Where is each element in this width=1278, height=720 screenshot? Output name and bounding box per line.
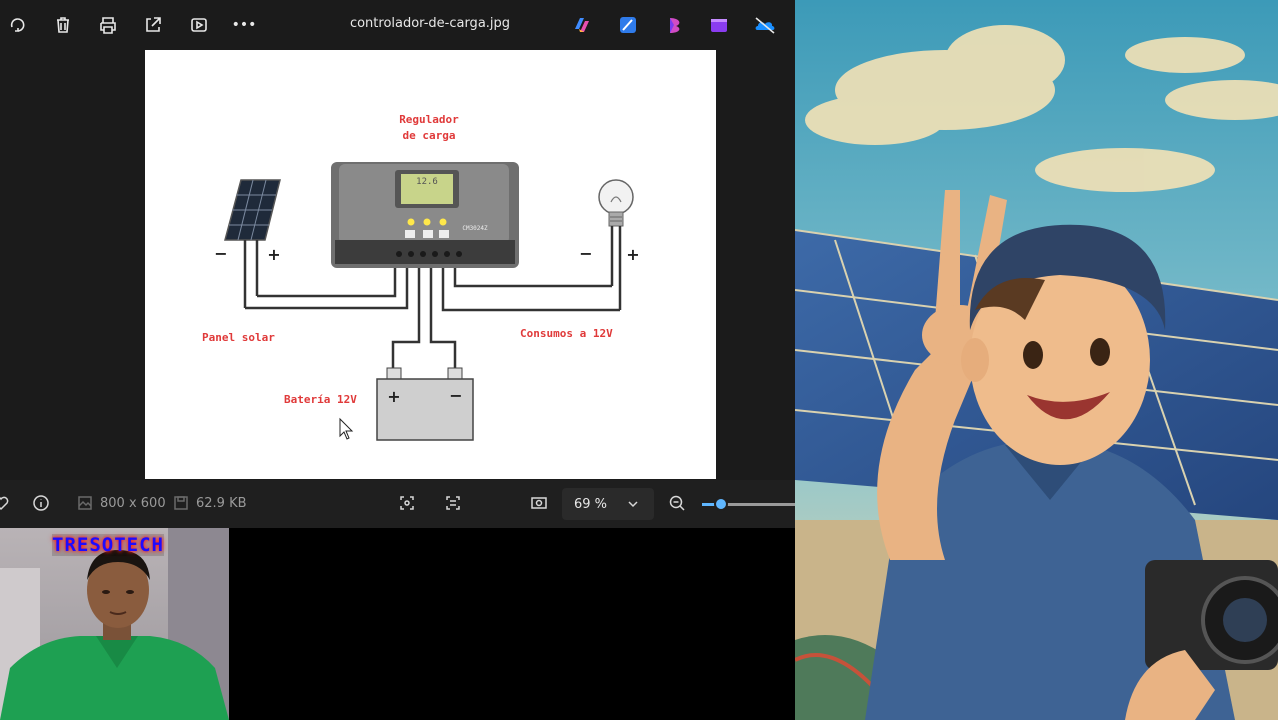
zoom-slider[interactable] <box>702 497 795 511</box>
viewer-toolbar: ••• controlador-de-carga.jpg <box>0 0 795 50</box>
anime-illustration <box>795 0 1278 720</box>
diagram-image: Regulador de carga 12.6 CM3024Z − + − + … <box>145 50 716 479</box>
battery-minus-sign: − <box>449 386 462 405</box>
regulator-label-line2: de carga <box>403 129 456 142</box>
image-size-icon <box>78 496 92 510</box>
illustration-artwork <box>795 0 1278 720</box>
file-name: controlador-de-carga.jpg <box>349 16 511 31</box>
photo-viewer-window: ••• controlador-de-carga.jpg Regulador d… <box>0 0 795 528</box>
chevron-down-icon <box>628 501 638 508</box>
edit-icon <box>10 18 25 32</box>
designer-app-icon[interactable] <box>617 14 639 36</box>
image-canvas[interactable]: Regulador de carga 12.6 CM3024Z − + − + … <box>0 50 795 480</box>
more-button[interactable]: ••• <box>231 12 257 38</box>
zoom-slider-thumb[interactable] <box>714 497 728 511</box>
slideshow-button[interactable] <box>186 12 212 38</box>
onedrive-app-icon[interactable] <box>754 14 776 36</box>
edit-button[interactable] <box>5 12 31 38</box>
printer-icon <box>100 17 116 34</box>
clipchamp-app-icon[interactable] <box>664 14 686 36</box>
share-button[interactable] <box>140 12 166 38</box>
load-plus-sign: + <box>626 245 639 264</box>
play-box-icon <box>191 18 207 32</box>
load-minus-sign: − <box>579 244 592 263</box>
actual-size-icon <box>446 496 460 510</box>
mouse-cursor-icon <box>339 417 354 440</box>
fit-screen-icon <box>400 496 414 510</box>
share-icon <box>146 17 161 32</box>
video-editor-app-icon[interactable] <box>708 14 730 36</box>
zoom-level-dropdown[interactable]: 69 % <box>562 488 654 520</box>
solar-panel <box>224 179 281 308</box>
delete-button[interactable] <box>50 12 76 38</box>
wiring <box>245 268 620 372</box>
print-button[interactable] <box>95 12 121 38</box>
regulator-label-line1: Regulador <box>399 113 459 126</box>
lcd-value: 12.6 <box>416 177 438 187</box>
save-disk-icon <box>174 496 188 510</box>
panel-minus-sign: − <box>214 244 227 263</box>
zoom-to-fit-button[interactable] <box>530 494 548 512</box>
viewer-statusbar: 800 x 600 62.9 KB 69 % <box>0 480 795 528</box>
heart-icon <box>0 496 9 511</box>
panel-plus-sign: + <box>267 245 280 264</box>
info-button[interactable] <box>32 494 50 512</box>
heart-button[interactable] <box>0 494 10 512</box>
zoom-level-text: 69 % <box>574 496 608 512</box>
battery-plus-sign: + <box>387 387 400 406</box>
loads-label: Consumos a 12V <box>520 327 613 340</box>
neon-sign: TRESOTECH <box>52 534 164 556</box>
empty-black-area <box>229 528 795 720</box>
zoom-out-icon <box>669 495 685 511</box>
webcam-overlay: TRESOTECH <box>0 528 229 720</box>
trash-icon <box>57 17 69 33</box>
info-icon <box>33 495 49 511</box>
dimensions-text: 800 x 600 <box>100 495 166 511</box>
file-size: 62.9 KB <box>172 494 247 512</box>
zoom-fit-icon <box>531 497 547 509</box>
fit-to-window-button[interactable] <box>398 494 416 512</box>
panel-solar-label: Panel solar <box>202 331 275 344</box>
battery-label: Batería 12V <box>284 393 357 406</box>
charge-regulator-device: 12.6 CM3024Z <box>331 162 519 268</box>
zoom-out-button[interactable] <box>668 494 686 512</box>
presenter-video <box>0 528 229 720</box>
charge-controller-diagram: Regulador de carga 12.6 CM3024Z − + − + … <box>202 113 640 441</box>
regulator-model: CM3024Z <box>462 225 488 232</box>
actual-size-button[interactable] <box>444 494 462 512</box>
image-dimensions: 800 x 600 <box>76 494 166 512</box>
more-icon: ••• <box>231 17 257 33</box>
filesize-text: 62.9 KB <box>196 495 247 511</box>
copilot-app-icon[interactable] <box>571 14 593 36</box>
